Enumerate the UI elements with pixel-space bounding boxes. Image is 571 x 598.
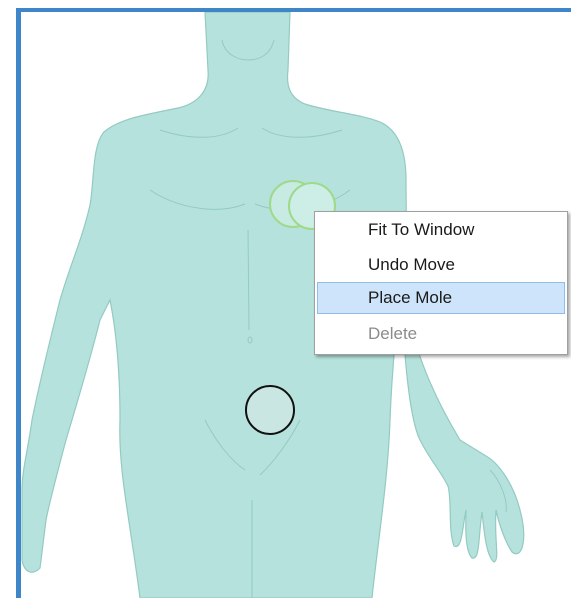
selected-mole-marker[interactable] <box>245 385 295 435</box>
menu-item-fit-to-window[interactable]: Fit To Window <box>317 214 565 246</box>
menu-item-delete[interactable]: Delete <box>317 318 565 350</box>
menu-item-place-mole[interactable]: Place Mole <box>317 282 565 314</box>
body-map-viewport[interactable]: Fit To Window Undo Move Place Mole Delet… <box>0 0 571 598</box>
context-menu: Fit To Window Undo Move Place Mole Delet… <box>314 211 568 355</box>
menu-item-undo-move[interactable]: Undo Move <box>317 249 565 281</box>
